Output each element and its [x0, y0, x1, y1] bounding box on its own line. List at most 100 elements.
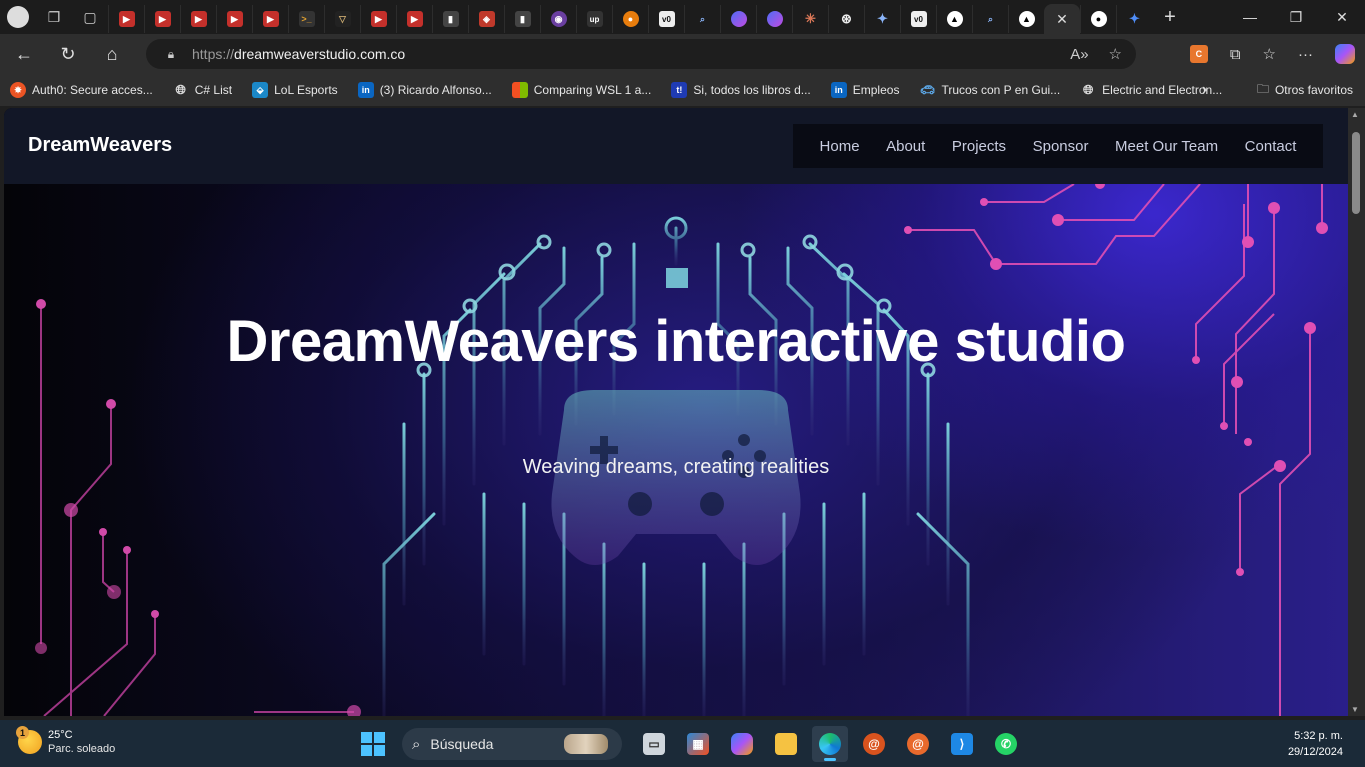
tab-github[interactable]: ●: [1080, 5, 1116, 33]
bookmarks-overflow-button[interactable]: ›: [1202, 74, 1207, 106]
bookmark-item[interactable]: ⬙ LoL Esports: [242, 74, 348, 106]
bookmark-item[interactable]: 🚗︎ Trucos con P en Gui...: [909, 74, 1070, 106]
copilot-button[interactable]: [724, 726, 760, 762]
vertical-tabs-icon[interactable]: ▢: [72, 0, 108, 34]
tab-search[interactable]: ⌕: [972, 5, 1008, 33]
close-window-button[interactable]: ✕: [1319, 0, 1365, 34]
vercel-icon: ▲: [1018, 11, 1035, 27]
taskbar-search[interactable]: ⌕ Búsqueda: [402, 728, 622, 760]
tab-youtube[interactable]: ▶: [144, 5, 180, 33]
v0-icon: v0: [658, 11, 675, 27]
copilot-icon[interactable]: [1335, 44, 1355, 64]
youtube-icon: ▶: [370, 11, 387, 27]
tab-vercel[interactable]: ▲: [1008, 5, 1044, 33]
hero-subtitle: Weaving dreams, creating realities: [522, 456, 830, 478]
bookmark-item[interactable]: in Empleos: [821, 74, 910, 106]
tab-youtube[interactable]: ▶: [108, 5, 144, 33]
url-text[interactable]: https://dreamweaverstudio.com.co: [192, 46, 405, 62]
tab-youtube[interactable]: ▶: [216, 5, 252, 33]
tab-youtube[interactable]: ▶: [396, 5, 432, 33]
nav-projects[interactable]: Projects: [952, 138, 1006, 155]
start-button[interactable]: [358, 729, 388, 759]
read-aloud-icon[interactable]: A»: [1070, 46, 1088, 63]
tab-youtube[interactable]: ▶: [252, 5, 288, 33]
nav-contact[interactable]: Contact: [1245, 138, 1297, 155]
tab-blender[interactable]: ●: [612, 5, 648, 33]
tab-youtube[interactable]: ▶: [360, 5, 396, 33]
tab-generic[interactable]: ▮: [504, 5, 540, 33]
tab-gemini[interactable]: ✦: [1116, 5, 1152, 33]
clock-time: 5:32 p. m.: [1294, 730, 1343, 742]
bookmark-item[interactable]: t! Si, todos los libros d...: [661, 74, 820, 106]
profile-avatar-icon[interactable]: [0, 0, 36, 34]
close-icon[interactable]: ✕: [1056, 11, 1068, 28]
arrow-left-icon: ←: [15, 43, 33, 64]
extensions-puzzle-icon[interactable]: ⧉: [1230, 46, 1241, 63]
scroll-down-arrow-icon[interactable]: ▼: [1351, 705, 1359, 714]
tab-gradient[interactable]: [756, 5, 792, 33]
car-icon: 🚗︎: [919, 83, 936, 97]
tab-gemini[interactable]: ✦: [864, 5, 900, 33]
tab-terminal[interactable]: >_: [288, 5, 324, 33]
app-icon: ◈: [478, 11, 495, 27]
page-scrollbar[interactable]: ▲ ▼: [1348, 108, 1365, 716]
restore-button[interactable]: ❐: [1273, 0, 1319, 34]
task-view-button[interactable]: ▭: [636, 726, 672, 762]
tab-upwork[interactable]: up: [576, 5, 612, 33]
other-favorites-folder[interactable]: 🗀 Otros favoritos: [1257, 74, 1353, 106]
tab-active-close[interactable]: ✕: [1044, 4, 1080, 34]
store-button[interactable]: ▦: [680, 726, 716, 762]
terminal-icon: >_: [298, 11, 315, 27]
system-clock[interactable]: 5:32 p. m. 29/12/2024: [1288, 728, 1343, 760]
lock-icon[interactable]: 🔒︎: [164, 47, 178, 61]
folder-icon: 🗀: [1256, 81, 1269, 96]
nav-home[interactable]: Home: [820, 138, 860, 155]
bookmark-item[interactable]: in (3) Ricardo Alfonso...: [348, 74, 502, 106]
bookmark-item[interactable]: ✸ Auth0: Secure acces...: [0, 74, 163, 106]
bookmark-item[interactable]: 🌐︎ Electric and Electron...: [1070, 74, 1232, 106]
nav-meet-our-team[interactable]: Meet Our Team: [1115, 138, 1218, 155]
houdini-icon: @: [907, 733, 929, 755]
houdini-alt-button[interactable]: @: [900, 726, 936, 762]
weather-temp: 25°C: [48, 729, 73, 741]
vscode-button[interactable]: ⟩: [944, 726, 980, 762]
site-brand[interactable]: DreamWeavers: [28, 134, 172, 157]
tab-youtube[interactable]: ▶: [180, 5, 216, 33]
edge-button[interactable]: [812, 726, 848, 762]
back-button[interactable]: ←: [4, 38, 44, 70]
favorites-icon[interactable]: ☆: [1263, 45, 1276, 63]
weather-widget[interactable]: 1 25°C Parc. soleado: [16, 726, 115, 756]
whatsapp-button[interactable]: ✆: [988, 726, 1024, 762]
search-icon: ⌕: [699, 13, 706, 24]
new-tab-button[interactable]: +: [1152, 0, 1188, 34]
nav-sponsor[interactable]: Sponsor: [1033, 138, 1089, 155]
tab-generic[interactable]: ◉: [540, 5, 576, 33]
tab-openai[interactable]: ⊛: [828, 5, 864, 33]
minimize-button[interactable]: —: [1227, 0, 1273, 34]
workspaces-icon[interactable]: ❐: [36, 0, 72, 34]
tab-v0[interactable]: v0: [900, 5, 936, 33]
extension-icon[interactable]: C: [1189, 45, 1208, 63]
scrollbar-thumb[interactable]: [1352, 132, 1360, 214]
hero-title: DreamWeavers interactive studio: [226, 309, 1126, 374]
tab-generic[interactable]: ▮: [432, 5, 468, 33]
address-bar[interactable]: 🔒︎ https://dreamweaverstudio.com.co A» ☆: [146, 39, 1136, 69]
tab-tool[interactable]: ◈: [468, 5, 504, 33]
file-explorer-button[interactable]: [768, 726, 804, 762]
tab-search[interactable]: ⌕: [684, 5, 720, 33]
bookmark-item[interactable]: Comparing WSL 1 a...: [502, 74, 662, 106]
home-button[interactable]: ⌂: [92, 38, 132, 70]
scroll-up-arrow-icon[interactable]: ▲: [1351, 110, 1359, 119]
bookmark-item[interactable]: 🌐︎ C# List: [163, 74, 242, 106]
refresh-button[interactable]: ↻: [48, 38, 88, 70]
favorite-star-icon[interactable]: ☆: [1109, 45, 1122, 63]
tab-gradient[interactable]: [720, 5, 756, 33]
tab-v0[interactable]: v0: [648, 5, 684, 33]
houdini-button[interactable]: @: [856, 726, 892, 762]
more-menu-icon[interactable]: ···: [1298, 46, 1313, 63]
tab-claude[interactable]: ✳: [792, 5, 828, 33]
bookmarks-bar: ✸ Auth0: Secure acces... 🌐︎ C# List ⬙ LoL E…: [0, 74, 1365, 106]
nav-about[interactable]: About: [886, 138, 925, 155]
tab-vercel[interactable]: ▲: [936, 5, 972, 33]
tab-vite[interactable]: ▽: [324, 5, 360, 33]
